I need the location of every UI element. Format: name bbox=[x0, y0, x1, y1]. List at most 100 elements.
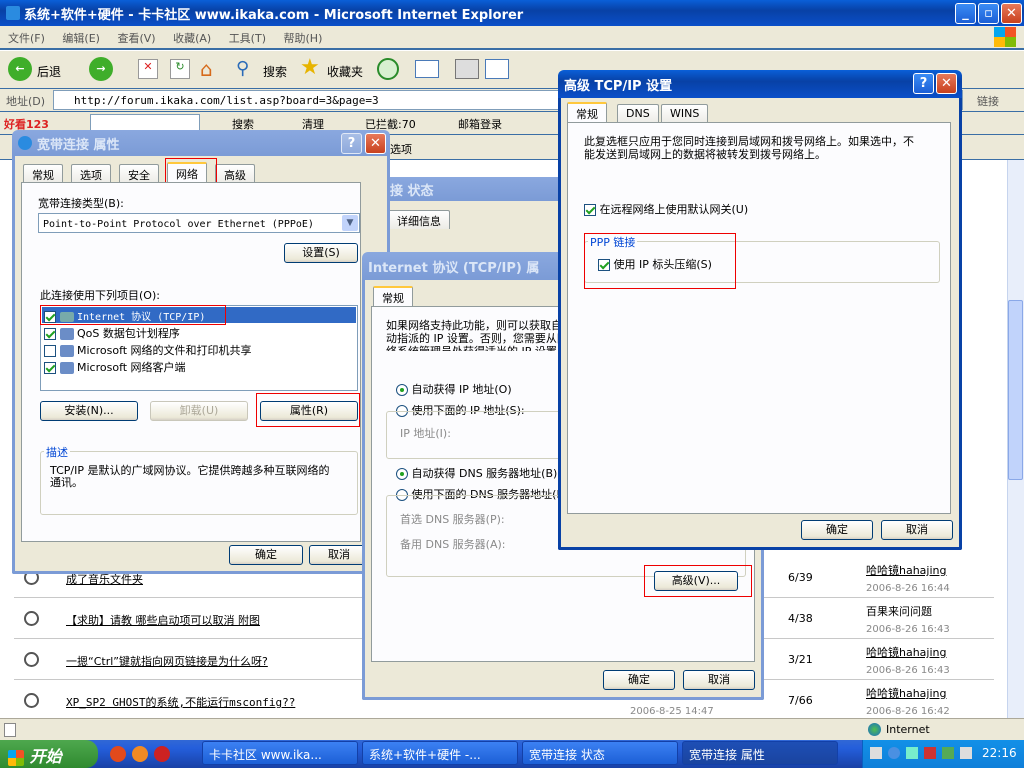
mail-icon[interactable] bbox=[415, 60, 439, 78]
tray-icon-5[interactable] bbox=[942, 747, 954, 759]
auto-ip-radio[interactable]: 自动获得 IP 地址(O) bbox=[396, 381, 512, 397]
refresh-icon[interactable]: ↻ bbox=[170, 59, 190, 79]
stop-icon[interactable]: ✕ bbox=[138, 59, 158, 79]
default-gateway-checkbox[interactable]: 在远程网络上使用默认网关(U) bbox=[584, 201, 748, 217]
menu-help[interactable]: 帮助(H) bbox=[284, 32, 323, 45]
row-title[interactable]: 【求助】请教 哪些启动项可以取消 附图 bbox=[66, 612, 260, 628]
desc-text: TCP/IP 是默认的广域网协议。它提供跨越多种互联网络的通讯。 bbox=[50, 464, 330, 489]
row-author[interactable]: 哈哈镜hahajing bbox=[866, 685, 947, 701]
tray-icon-6[interactable] bbox=[960, 747, 972, 759]
adv-help-button[interactable]: ? bbox=[913, 73, 934, 94]
auto-dns-radio[interactable]: 自动获得 DNS 服务器地址(B) bbox=[396, 465, 557, 481]
taskbar-item-status[interactable]: 宽带连接 状态 bbox=[522, 741, 678, 765]
row-author[interactable]: 百果来问问题 bbox=[866, 603, 932, 619]
menu-edit[interactable]: 编辑(E) bbox=[62, 32, 100, 45]
adv-desc: 此复选框只应用于您同时连接到局域网和拨号网络上。如果选中，不能发送到局域网上的数… bbox=[584, 135, 914, 161]
tab-tcpip-general[interactable]: 常规 bbox=[373, 286, 413, 307]
toolbar-mail[interactable]: 邮箱登录 bbox=[458, 116, 502, 132]
links-label[interactable]: 链接 bbox=[977, 93, 999, 109]
list-item[interactable]: Microsoft 网络客户端 bbox=[42, 358, 356, 374]
settings-button[interactable]: 设置(S) bbox=[284, 243, 358, 263]
chevron-down-icon[interactable]: ▼ bbox=[342, 215, 358, 231]
tray-icon-3[interactable] bbox=[906, 747, 918, 759]
row-title[interactable]: 一摁“Ctrl”键就指向网页链接是为什么呀? bbox=[66, 653, 268, 669]
adv-title-bar[interactable]: 高级 TCP/IP 设置 bbox=[558, 70, 962, 98]
item-checkbox[interactable] bbox=[44, 328, 56, 340]
search-icon[interactable]: ⚲ bbox=[236, 58, 249, 79]
props-panel: 宽带连接类型(B): Point-to-Point Protocol over … bbox=[21, 182, 361, 542]
tab-advanced[interactable]: 高级 bbox=[215, 164, 255, 183]
taskbar-item-ie[interactable]: 系统+软件+硬件 -... bbox=[362, 741, 518, 765]
ie-minimize-button[interactable]: _ bbox=[955, 3, 976, 24]
ip-address-label: IP 地址(I): bbox=[400, 427, 451, 440]
tab-options[interactable]: 选项 bbox=[71, 164, 111, 183]
back-label[interactable]: 后退 bbox=[37, 63, 61, 80]
quicklaunch-icon-3[interactable] bbox=[154, 746, 170, 762]
props-cancel-button[interactable]: 取消 bbox=[309, 545, 369, 565]
file-share-icon bbox=[59, 345, 74, 357]
menu-file[interactable]: 文件(F) bbox=[8, 32, 45, 45]
forward-icon[interactable]: → bbox=[89, 57, 113, 81]
print-icon[interactable] bbox=[455, 59, 479, 79]
home-icon[interactable]: ⌂ bbox=[200, 57, 224, 81]
menu-tools[interactable]: 工具(T) bbox=[229, 32, 266, 45]
clock[interactable]: 22:16 bbox=[982, 746, 1017, 760]
tab-general[interactable]: 常规 bbox=[23, 164, 63, 183]
row-author[interactable]: 哈哈镜hahajing bbox=[866, 644, 947, 660]
quicklaunch-icon-1[interactable] bbox=[110, 746, 126, 762]
status-dialog-title[interactable]: 接 状态 bbox=[370, 177, 570, 201]
menu-favorites[interactable]: 收藏(A) bbox=[173, 32, 211, 45]
list-item[interactable]: QoS 数据包计划程序 bbox=[42, 324, 356, 340]
tab-adv-general[interactable]: 常规 bbox=[567, 102, 607, 123]
props-title-bar[interactable]: 宽带连接 属性 bbox=[12, 130, 390, 156]
tray-icon-1[interactable] bbox=[870, 747, 882, 759]
alternate-dns-label: 备用 DNS 服务器(A): bbox=[400, 538, 506, 551]
tray-icon-2[interactable] bbox=[888, 747, 900, 759]
web-scroll-thumb[interactable] bbox=[1008, 300, 1023, 480]
adv-close-button[interactable]: ✕ bbox=[936, 73, 957, 94]
back-icon[interactable]: ← bbox=[8, 57, 32, 81]
history-icon[interactable] bbox=[377, 58, 399, 80]
tab-security[interactable]: 安全 bbox=[119, 164, 159, 183]
tab-adv-dns[interactable]: DNS bbox=[617, 104, 659, 123]
props-title-text: 宽带连接 属性 bbox=[37, 137, 120, 153]
adv-ok-button[interactable]: 确定 bbox=[801, 520, 873, 540]
tcpip-cancel-button[interactable]: 取消 bbox=[683, 670, 755, 690]
tcpip-title-bar[interactable]: Internet 协议 (TCP/IP) 属 bbox=[362, 252, 564, 280]
row-date-extra: 2006-8-25 14:47 bbox=[630, 706, 714, 717]
menu-view[interactable]: 查看(V) bbox=[117, 32, 155, 45]
ie-close-button[interactable]: ✕ bbox=[1001, 3, 1022, 24]
install-button[interactable]: 安装(N)... bbox=[40, 401, 138, 421]
ie-title-bar[interactable]: 系统+软件+硬件 - 卡卡社区 www.ikaka.com - Microsof… bbox=[0, 0, 1024, 26]
type-select[interactable]: Point-to-Point Protocol over Ethernet (P… bbox=[38, 213, 360, 233]
props-close-button[interactable]: ✕ bbox=[365, 133, 386, 154]
taskbar-item-ikaka[interactable]: 卡卡社区 www.ika... bbox=[202, 741, 358, 765]
favorites-star-icon[interactable]: ★ bbox=[300, 55, 320, 80]
props-help-button[interactable]: ? bbox=[341, 133, 362, 154]
start-button[interactable]: 开始 bbox=[0, 740, 98, 768]
row-replies: 7/66 bbox=[788, 694, 813, 707]
tcpip-ok-button[interactable]: 确定 bbox=[603, 670, 675, 690]
edit-icon[interactable] bbox=[485, 59, 509, 79]
search-label[interactable]: 搜索 bbox=[263, 63, 287, 80]
ie-restore-button[interactable]: ▫ bbox=[978, 3, 999, 24]
adv-cancel-button[interactable]: 取消 bbox=[881, 520, 953, 540]
favorites-label[interactable]: 收藏夹 bbox=[327, 63, 363, 80]
adv-dialog: 常规 DNS WINS 此复选框只应用于您同时连接到局域网和拨号网络上。如果选中… bbox=[558, 98, 962, 550]
props-ok-button[interactable]: 确定 bbox=[229, 545, 303, 565]
quicklaunch-icon-2[interactable] bbox=[132, 746, 148, 762]
row-title[interactable]: XP_SP2 GHOST的系统,不能运行msconfig?? bbox=[66, 694, 295, 710]
item-checkbox[interactable] bbox=[44, 362, 56, 374]
tab-details[interactable]: 详细信息 bbox=[388, 210, 450, 229]
taskbar-item-props[interactable]: 宽带连接 属性 bbox=[682, 741, 838, 765]
tab-adv-wins[interactable]: WINS bbox=[661, 104, 709, 123]
row-author[interactable]: 哈哈镜hahajing bbox=[866, 562, 947, 578]
row-replies: 3/21 bbox=[788, 653, 813, 666]
internet-globe-icon bbox=[868, 723, 881, 736]
highlight-properties-button bbox=[256, 393, 360, 427]
list-item[interactable]: Microsoft 网络的文件和打印机共享 bbox=[42, 341, 356, 357]
tray-icon-4[interactable] bbox=[924, 747, 936, 759]
status-zone: Internet bbox=[886, 723, 930, 736]
item-checkbox[interactable] bbox=[44, 345, 56, 357]
bar4-options[interactable]: 选项 bbox=[390, 141, 412, 157]
